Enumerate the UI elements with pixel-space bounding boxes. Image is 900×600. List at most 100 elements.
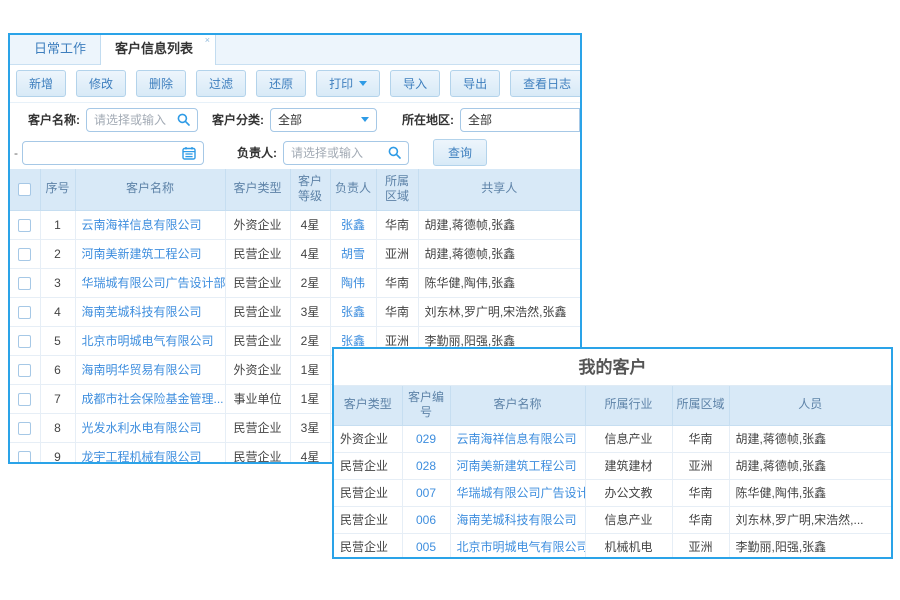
- row-checkbox[interactable]: [18, 306, 31, 319]
- cell-seq: 2: [40, 239, 75, 268]
- cell-customer-type: 外资企业: [225, 355, 290, 384]
- tab-daily-work[interactable]: 日常工作: [20, 33, 100, 64]
- cell-customer-type: 民营企业: [225, 326, 290, 355]
- row-checkbox[interactable]: [18, 451, 31, 464]
- customer-category-select[interactable]: 全部: [270, 108, 377, 132]
- owner-link[interactable]: 陶伟: [341, 276, 365, 290]
- select-all-checkbox[interactable]: [18, 183, 31, 196]
- owner-link[interactable]: 胡雪: [341, 247, 365, 261]
- row-checkbox[interactable]: [18, 422, 31, 435]
- table-header-row: 序号客户名称客户类型客户等级负责人所属区域共享人: [10, 169, 580, 210]
- cell-seq: 4: [40, 297, 75, 326]
- table-row: 外资企业 029 云南海祥信息有限公司 信息产业 华南 胡建,蒋德帧,张鑫: [334, 425, 891, 452]
- customer-code-link[interactable]: 005: [416, 540, 436, 554]
- select-all-header: [10, 169, 40, 210]
- calendar-icon[interactable]: [182, 146, 196, 160]
- close-icon[interactable]: ×: [205, 35, 210, 45]
- customer-name-link[interactable]: 海南芜城科技有限公司: [457, 513, 577, 527]
- customer-name-link[interactable]: 北京市明城电气有限公司: [82, 334, 214, 348]
- toolbar-button[interactable]: 修改: [76, 70, 126, 97]
- row-checkbox[interactable]: [18, 248, 31, 261]
- cell-staff: 陈华健,陶伟,张鑫: [729, 479, 891, 506]
- cell-industry: 办公文教: [585, 479, 672, 506]
- search-button[interactable]: 查询: [433, 139, 487, 166]
- district-value: 全部: [468, 111, 492, 128]
- cell-grade: 2星: [290, 268, 330, 297]
- customer-name-link[interactable]: 河南美新建筑工程公司: [82, 247, 202, 261]
- cell-shared: 胡建,蒋德帧,张鑫: [418, 239, 580, 268]
- cell-customer-type: 民营企业: [334, 479, 402, 506]
- customer-name-link[interactable]: 海南芜城科技有限公司: [82, 305, 202, 319]
- cell-customer-type: 外资企业: [334, 425, 402, 452]
- customer-name-field: [86, 108, 198, 132]
- customer-code-link[interactable]: 007: [416, 486, 436, 500]
- owner-link[interactable]: 张鑫: [341, 218, 365, 232]
- table-row: 民营企业 006 海南芜城科技有限公司 信息产业 华南 刘东林,罗广明,宋浩然,…: [334, 506, 891, 533]
- customer-name-link[interactable]: 云南海祥信息有限公司: [82, 218, 202, 232]
- search-icon[interactable]: [388, 146, 401, 159]
- customer-name-link[interactable]: 光发水利水电有限公司: [82, 421, 202, 435]
- cell-region: 华南: [376, 268, 418, 297]
- toolbar-button[interactable]: 过滤: [196, 70, 246, 97]
- cell-grade: 1星: [290, 355, 330, 384]
- column-header: 人员: [729, 386, 891, 425]
- customer-code-link[interactable]: 028: [416, 459, 436, 473]
- cell-seq: 7: [40, 384, 75, 413]
- toolbar-button[interactable]: 打印: [316, 70, 380, 97]
- customer-name-link[interactable]: 北京市明城电气有限公司: [457, 540, 586, 554]
- row-checkbox[interactable]: [18, 219, 31, 232]
- table-row: 4 海南芜城科技有限公司 民营企业 3星 张鑫 华南 刘东林,罗广明,宋浩然,张…: [10, 297, 580, 326]
- search-icon[interactable]: [177, 113, 190, 126]
- cell-region: 亚洲: [672, 533, 729, 559]
- cell-staff: 李勤丽,阳强,张鑫: [729, 533, 891, 559]
- row-checkbox[interactable]: [18, 393, 31, 406]
- customer-name-link[interactable]: 龙宇工程机械有限公司: [82, 450, 202, 464]
- cell-region: 亚洲: [672, 452, 729, 479]
- row-checkbox[interactable]: [18, 277, 31, 290]
- cell-staff: 胡建,蒋德帧,张鑫: [729, 452, 891, 479]
- column-header: 共享人: [418, 169, 580, 210]
- column-header: 所属行业: [585, 386, 672, 425]
- toolbar-button[interactable]: 导出: [450, 70, 500, 97]
- column-header: 客户类型: [225, 169, 290, 210]
- customer-name-link[interactable]: 海南明华贸易有限公司: [82, 363, 202, 377]
- column-header: 序号: [40, 169, 75, 210]
- cell-grade: 3星: [290, 297, 330, 326]
- row-checkbox[interactable]: [18, 335, 31, 348]
- tab-customer-info-list[interactable]: 客户信息列表 ×: [100, 33, 216, 65]
- cell-customer-type: 民营企业: [225, 442, 290, 464]
- toolbar-button[interactable]: 新增: [16, 70, 66, 97]
- toolbar-button[interactable]: 导入: [390, 70, 440, 97]
- column-header: 客户编号: [402, 386, 450, 425]
- customer-name-link[interactable]: 成都市社会保险基金管理...: [82, 392, 224, 406]
- toolbar-button[interactable]: 还原: [256, 70, 306, 97]
- customer-code-link[interactable]: 006: [416, 513, 436, 527]
- owner-input[interactable]: [291, 146, 388, 160]
- cell-customer-type: 民营企业: [225, 297, 290, 326]
- cell-industry: 机械机电: [585, 533, 672, 559]
- date-field: [22, 141, 204, 165]
- customer-name-link[interactable]: 云南海祥信息有限公司: [457, 432, 577, 446]
- row-checkbox[interactable]: [18, 364, 31, 377]
- customer-name-link[interactable]: 河南美新建筑工程公司: [457, 459, 577, 473]
- cell-grade: 1星: [290, 384, 330, 413]
- owner-link[interactable]: 张鑫: [341, 334, 365, 348]
- toolbar-button[interactable]: 查看日志: [510, 70, 582, 97]
- district-select[interactable]: 全部: [460, 108, 580, 132]
- toolbar-button[interactable]: 删除: [136, 70, 186, 97]
- table-row: 民营企业 005 北京市明城电气有限公司 机械机电 亚洲 李勤丽,阳强,张鑫: [334, 533, 891, 559]
- table-row: 3 华瑞城有限公司广告设计部 民营企业 2星 陶伟 华南 陈华健,陶伟,张鑫: [10, 268, 580, 297]
- owner-link[interactable]: 张鑫: [341, 305, 365, 319]
- date-input[interactable]: [30, 146, 182, 160]
- toolbar-button-label: 删除: [149, 75, 173, 92]
- customer-name-input[interactable]: [94, 113, 177, 127]
- customer-name-link[interactable]: 华瑞城有限公司广告设计部: [82, 276, 226, 290]
- customer-code-link[interactable]: 029: [416, 432, 436, 446]
- column-header: 所属区域: [672, 386, 729, 425]
- cell-shared: 胡建,蒋德帧,张鑫: [418, 210, 580, 239]
- customer-name-link[interactable]: 华瑞城有限公司广告设计部: [457, 486, 586, 500]
- column-header: 客户类型: [334, 386, 402, 425]
- chevron-down-icon: [361, 117, 369, 122]
- table-row: 民营企业 028 河南美新建筑工程公司 建筑建材 亚洲 胡建,蒋德帧,张鑫: [334, 452, 891, 479]
- toolbar-button-label: 修改: [89, 75, 113, 92]
